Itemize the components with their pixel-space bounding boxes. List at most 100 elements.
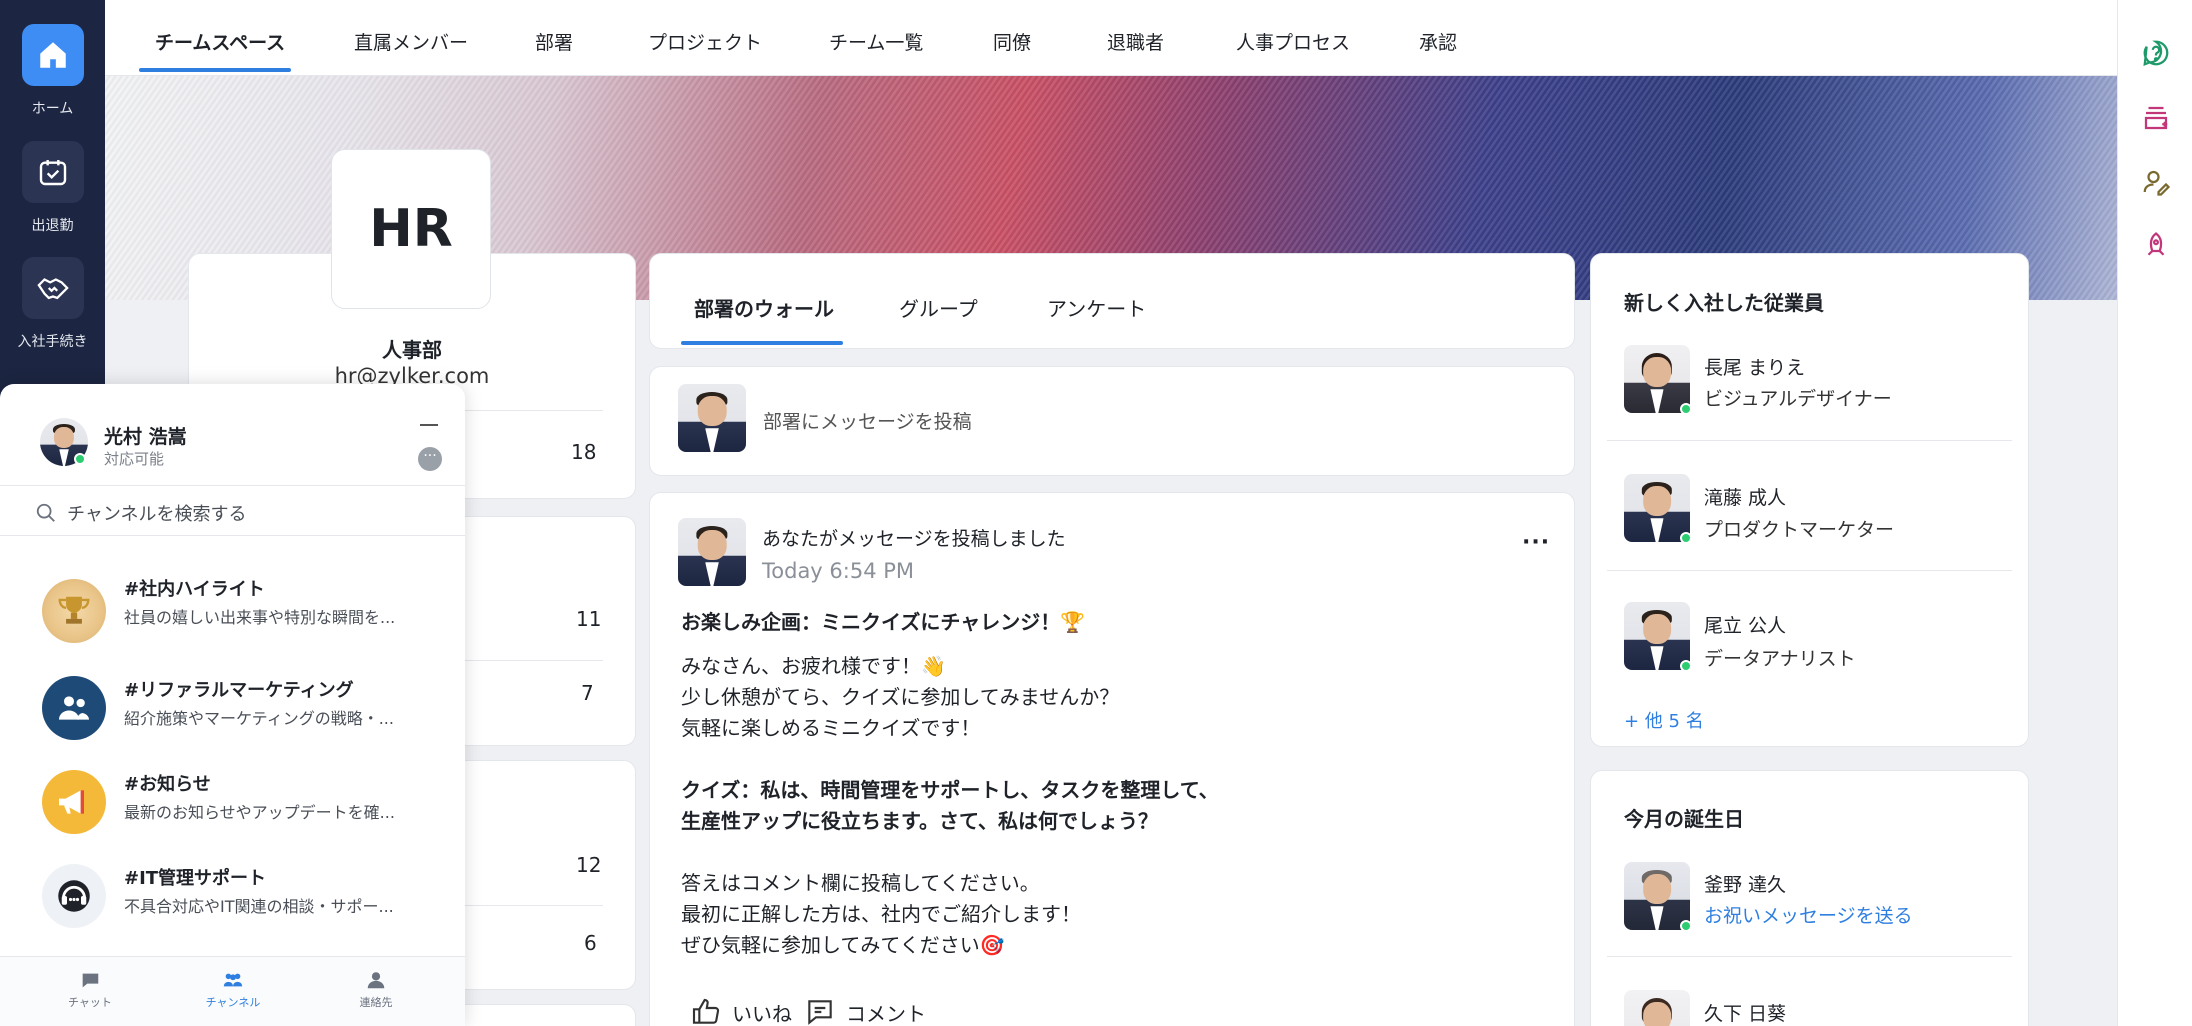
post-line: 最初に正解した方は、社内でご紹介します！ <box>681 902 1081 926</box>
employee-name[interactable]: 釜野 達久 <box>1704 870 1786 897</box>
tab-colleagues[interactable]: 同僚 <box>993 0 1031 76</box>
home-icon <box>21 24 84 86</box>
more-options-icon[interactable]: ··· <box>418 447 442 471</box>
avatar <box>678 518 746 586</box>
count-value: 11 <box>576 607 602 631</box>
rail-label-home: ホーム <box>31 101 74 117</box>
post-line: ぜひ気軽に参加してみてください🎯 <box>681 933 1005 957</box>
post-line: 少し休憩がてら、クイズに参加してみませんか？ <box>681 685 1120 709</box>
like-button[interactable]: いいね <box>690 996 792 1026</box>
employee-name[interactable]: 尾立 公人 <box>1704 611 1786 638</box>
people-icon <box>42 676 106 740</box>
thumbs-up-icon <box>692 998 720 1024</box>
footer-tab-contacts[interactable]: 連絡先 <box>336 969 416 1010</box>
top-navigation: チームスペース 直属メンバー 部署 プロジェクト チーム一覧 同僚 退職者 人事… <box>105 0 2117 76</box>
search-input[interactable]: チャンネルを検索する <box>67 500 246 526</box>
new-hires-title: 新しく入社した従業員 <box>1624 291 1824 315</box>
calendar-check-icon <box>21 141 84 203</box>
tab-team-space[interactable]: チームスペース <box>155 0 285 76</box>
send-birthday-message-link[interactable]: お祝いメッセージを送る <box>1704 901 1913 928</box>
rocket-icon[interactable] <box>2135 225 2177 267</box>
post-line: 気軽に楽しめるミニクイズです！ <box>681 716 981 740</box>
user-edit-icon[interactable] <box>2135 161 2177 203</box>
footer-tab-channels[interactable]: チャンネル <box>193 969 273 1010</box>
employee-name[interactable]: 滝藤 成人 <box>1704 483 1786 510</box>
rail-item-home[interactable]: ホーム <box>0 24 105 118</box>
search-icon <box>36 503 55 522</box>
rail-item-attendance[interactable]: 出退勤 <box>0 141 105 235</box>
channel-description: 社員の嬉しい出来事や特別な瞬間を... <box>124 608 396 627</box>
department-name: 人事部 <box>382 338 442 362</box>
chat-user-name: 光村 浩嵩 <box>104 426 187 448</box>
post-quiz-line: 生産性アップに役立ちます。さて、私は何でしょう？ <box>681 809 1158 833</box>
more-new-hires-link[interactable]: + 他 5 名 <box>1624 707 1704 733</box>
channel-name: #社内ハイライト <box>124 579 265 600</box>
compose-input[interactable]: 部署にメッセージを投稿 <box>763 407 972 434</box>
employee-name[interactable]: 久下 日葵 <box>1704 999 1786 1026</box>
handshake-icon <box>21 257 84 319</box>
chat-bubble-icon <box>81 973 99 988</box>
active-tab-indicator <box>681 341 843 345</box>
post-line: 答えはコメント欄に投稿してください。 <box>681 871 1040 895</box>
minimize-icon[interactable] <box>420 424 438 426</box>
count-value: 18 <box>571 440 597 464</box>
task-list-add-icon[interactable] <box>2135 97 2177 139</box>
trophy-icon <box>42 579 106 643</box>
employee-name[interactable]: 長尾 まりえ <box>1704 353 1805 380</box>
divider <box>1607 440 2012 441</box>
chat-panel: 光村 浩嵩 対応可能 ··· チャンネルを検索する #社内ハイライト 社員の嬉し… <box>0 384 465 1026</box>
avatar <box>678 384 746 452</box>
employee-role: プロダクトマーケター <box>1704 519 1895 541</box>
online-indicator <box>1680 403 1692 415</box>
footer-tab-chat[interactable]: チャット <box>50 969 130 1010</box>
channel-description: 紹介施策やマーケティングの戦略・... <box>124 709 394 728</box>
channel-description: 最新のお知らせやアップデートを確... <box>124 803 395 822</box>
online-indicator <box>1680 920 1692 932</box>
contact-icon <box>367 972 385 989</box>
post-line: みなさん、お疲れ様です！👋 <box>681 654 946 678</box>
birthdays-title: 今月の誕生日 <box>1624 807 1744 831</box>
tab-direct-members[interactable]: 直属メンバー <box>354 0 468 76</box>
chat-user-status[interactable]: 対応可能 <box>104 448 164 469</box>
department-logo: HR <box>331 149 491 309</box>
tab-project[interactable]: プロジェクト <box>648 0 762 76</box>
tab-surveys[interactable]: アンケート <box>1047 293 1146 322</box>
tab-hr-process[interactable]: 人事プロセス <box>1236 0 1350 76</box>
count-value: 12 <box>576 853 602 877</box>
megaphone-icon <box>42 770 106 834</box>
channel-name: #IT管理サポート <box>124 868 267 889</box>
footer-tab-label: 連絡先 <box>359 996 393 1009</box>
tab-team-list[interactable]: チーム一覧 <box>829 0 923 76</box>
like-label: いいね <box>732 1001 792 1026</box>
divider <box>1607 570 2012 571</box>
post-author-line: あなたがメッセージを投稿しました <box>762 528 1066 550</box>
avatar <box>1624 602 1690 670</box>
tab-approval[interactable]: 承認 <box>1419 0 1457 76</box>
rail-label-onboarding: 入社手続き <box>17 334 88 350</box>
divider <box>0 535 465 536</box>
footer-tab-label: チャット <box>68 996 112 1009</box>
tab-groups[interactable]: グループ <box>899 293 978 322</box>
employee-role: ビジュアルデザイナー <box>1704 388 1892 410</box>
more-options-icon[interactable]: ··· <box>1522 530 1550 555</box>
channels-icon <box>223 973 243 987</box>
help-icon[interactable] <box>2135 32 2177 74</box>
channel-search[interactable]: チャンネルを検索する <box>35 500 246 526</box>
tab-former-employees[interactable]: 退職者 <box>1107 0 1164 76</box>
channel-name: #リファラルマーケティング <box>124 680 354 701</box>
tab-department[interactable]: 部署 <box>535 0 573 76</box>
online-indicator <box>1680 532 1692 544</box>
post-quiz-line: クイズ：私は、時間管理をサポートし、タスクを整理して、 <box>681 778 1219 802</box>
channel-name: #お知らせ <box>124 774 211 795</box>
comment-label: コメント <box>846 1001 926 1026</box>
post-title: お楽しみ企画：ミニクイズにチャレンジ！🏆 <box>681 610 1086 634</box>
count-value: 6 <box>584 931 597 955</box>
avatar <box>1624 345 1690 413</box>
comment-button[interactable]: コメント <box>804 996 926 1026</box>
online-indicator <box>74 453 86 465</box>
avatar <box>1624 862 1690 930</box>
online-indicator <box>1680 660 1692 672</box>
rail-item-onboarding[interactable]: 入社手続き <box>0 257 105 351</box>
channel-description: 不具合対応やIT関連の相談・サポー... <box>124 897 394 916</box>
tab-department-wall[interactable]: 部署のウォール <box>694 293 834 322</box>
